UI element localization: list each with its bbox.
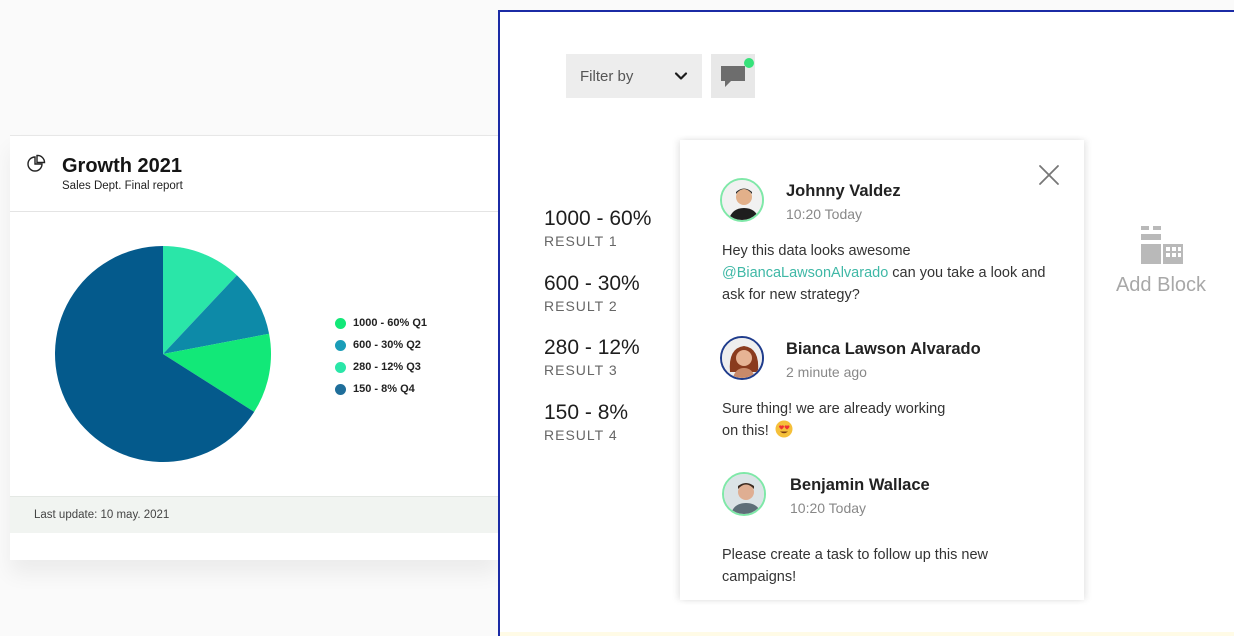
- person-avatar-icon: [724, 474, 764, 514]
- comments-toggle-button[interactable]: [711, 54, 755, 98]
- legend-dot: [335, 339, 346, 351]
- filter-dropdown[interactable]: Filter by: [566, 54, 702, 98]
- comment-text: Hey this data looks awesome: [722, 243, 911, 259]
- legend-dot: [335, 361, 346, 373]
- card-footer: Last update: 10 may. 2021: [10, 496, 498, 533]
- comment-time: 2 minute ago: [786, 364, 867, 380]
- comment-author: Johnny Valdez: [786, 182, 901, 200]
- result-label: RESULT 4: [544, 426, 618, 443]
- pie-chart: [54, 246, 271, 462]
- comment-thread: Johnny Valdez 10:20 Today Hey this data …: [680, 140, 1084, 600]
- add-block-icon: [1141, 226, 1183, 264]
- filter-label: Filter by: [580, 67, 634, 85]
- legend-item: 280 - 12% Q3: [335, 356, 427, 378]
- result-label: RESULT 1: [544, 233, 618, 249]
- result-value: 280 - 12%: [544, 336, 640, 359]
- comment-text: Sure thing! we are already working on th…: [722, 401, 946, 439]
- comment-time: 10:20 Today: [790, 500, 867, 516]
- legend-dot: [335, 317, 346, 329]
- avatar[interactable]: [720, 178, 764, 222]
- person-avatar-icon: [722, 180, 762, 220]
- result-label: RESULT 3: [544, 362, 618, 378]
- comment-body: Please create a task to follow up this n…: [722, 544, 1022, 588]
- legend-label: 150 - 8% Q4: [353, 383, 415, 395]
- legend-item: 150 - 8% Q4: [335, 378, 427, 400]
- result-value: 600 - 30%: [544, 271, 640, 295]
- last-update-text: Last update: 10 may. 2021: [34, 509, 170, 521]
- bottom-strip: [500, 632, 1234, 636]
- legend-item: 600 - 30% Q2: [335, 334, 427, 356]
- notification-dot: [744, 58, 754, 68]
- comment-body: Hey this data looks awesome @BiancaLawso…: [722, 240, 1062, 306]
- chart-legend: 1000 - 60% Q1 600 - 30% Q2 280 - 12% Q3 150…: [335, 312, 427, 400]
- chevron-down-icon: [674, 72, 688, 80]
- legend-label: 280 - 12% Q3: [353, 361, 421, 373]
- add-block-label: Add Block: [1115, 274, 1207, 296]
- heart-eyes-emoji-icon: [775, 420, 793, 438]
- avatar[interactable]: [720, 336, 764, 380]
- report-title: Growth 2021: [62, 155, 183, 177]
- comment-body: Sure thing! we are already working on th…: [722, 398, 952, 442]
- result-item: 600 - 30% RESULT 2: [544, 271, 651, 336]
- person-avatar-icon: [722, 338, 762, 378]
- card-header: Growth 2021 Sales Dept. Final report: [10, 136, 498, 212]
- legend-item: 1000 - 60% Q1: [335, 312, 427, 334]
- results-list: 1000 - 60% RESULT 1 600 - 30% RESULT 2 2…: [544, 206, 651, 464]
- result-value: 1000 - 60%: [544, 207, 652, 230]
- result-item: 150 - 8% RESULT 4: [544, 400, 651, 465]
- chat-bubble-icon: [721, 66, 745, 87]
- report-card: Growth 2021 Sales Dept. Final report 100…: [10, 135, 498, 560]
- result-value: 150 - 8%: [544, 400, 629, 424]
- pie-chart-icon: [27, 154, 46, 172]
- report-subtitle: Sales Dept. Final report: [62, 180, 183, 192]
- comment-text: Please create a task to follow up this n…: [722, 547, 988, 585]
- legend-dot: [335, 383, 346, 395]
- legend-label: 600 - 30% Q2: [353, 339, 421, 351]
- add-block-button[interactable]: Add Block: [1096, 222, 1226, 312]
- result-item: 280 - 12% RESULT 3: [544, 335, 651, 400]
- avatar[interactable]: [722, 472, 766, 516]
- comments-panel: Filter by 1000 - 60% RESULT 1 600 - 30% …: [498, 10, 1234, 636]
- comment-author: Bianca Lawson Alvarado: [786, 340, 981, 358]
- comment-author: Benjamin Wallace: [790, 476, 930, 494]
- legend-label: 1000 - 60% Q1: [353, 317, 427, 329]
- close-icon[interactable]: [1036, 162, 1062, 188]
- result-item: 1000 - 60% RESULT 1: [544, 206, 651, 271]
- user-mention[interactable]: @BiancaLawsonAlvarado: [722, 265, 888, 281]
- result-label: RESULT 2: [544, 297, 618, 314]
- comment-time: 10:20 Today: [786, 206, 863, 222]
